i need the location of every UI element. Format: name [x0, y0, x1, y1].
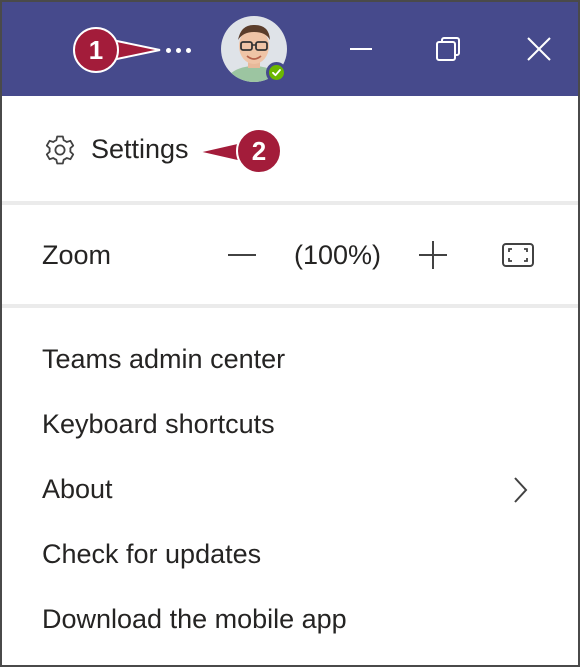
more-options-menu: Settings Zoom (100%) Teams admin center …: [2, 96, 578, 665]
plus-icon: [419, 241, 447, 269]
more-options-ellipsis-icon: [165, 47, 171, 53]
minus-icon: [228, 254, 256, 256]
menu-item-download-mobile-app[interactable]: Download the mobile app: [2, 587, 578, 652]
zoom-level-value: (100%): [294, 240, 382, 270]
fullscreen-button[interactable]: [496, 233, 540, 277]
minimize-icon: [350, 48, 372, 50]
menu-item-keyboard-shortcuts[interactable]: Keyboard shortcuts: [2, 392, 578, 457]
chevron-right-icon: [514, 477, 528, 503]
app-window: 1 Settings Zoom (100%) Teams admin cente…: [0, 0, 580, 667]
title-bar: 1: [2, 2, 578, 96]
menu-item-label: Keyboard shortcuts: [42, 409, 275, 439]
checkmark-icon: [272, 69, 281, 77]
gear-icon: [45, 135, 75, 165]
menu-item-label: Download the mobile app: [42, 604, 347, 634]
minimize-button[interactable]: [336, 24, 386, 74]
close-icon: [527, 37, 551, 61]
ellipsis-dot: [185, 47, 191, 53]
menu-item-label: About: [42, 474, 113, 504]
settings-label: Settings: [91, 134, 189, 164]
presence-available-badge: [266, 62, 287, 83]
menu-item-teams-admin-center[interactable]: Teams admin center: [2, 327, 578, 392]
profile-avatar[interactable]: [221, 16, 287, 83]
menu-item-label: Teams admin center: [42, 344, 286, 374]
zoom-out-button[interactable]: [220, 233, 264, 277]
menu-item-label: Check for updates: [42, 539, 262, 569]
menu-item-settings[interactable]: Settings: [2, 96, 578, 201]
callout-step-1: 1: [73, 27, 119, 73]
menu-divider: [2, 304, 578, 308]
fullscreen-icon: [502, 243, 534, 267]
close-button[interactable]: [514, 24, 564, 74]
callout-step-2: 2: [236, 128, 282, 174]
restore-icon: [436, 37, 460, 61]
restore-button[interactable]: [423, 24, 473, 74]
zoom-label: Zoom: [42, 240, 112, 270]
ellipsis-dot: [175, 47, 181, 53]
menu-item-about[interactable]: About: [2, 457, 578, 522]
menu-item-check-for-updates[interactable]: Check for updates: [2, 522, 578, 587]
callout-1-pointer: [112, 38, 161, 62]
zoom-in-button[interactable]: [411, 233, 455, 277]
zoom-row: Zoom (100%): [2, 205, 578, 304]
